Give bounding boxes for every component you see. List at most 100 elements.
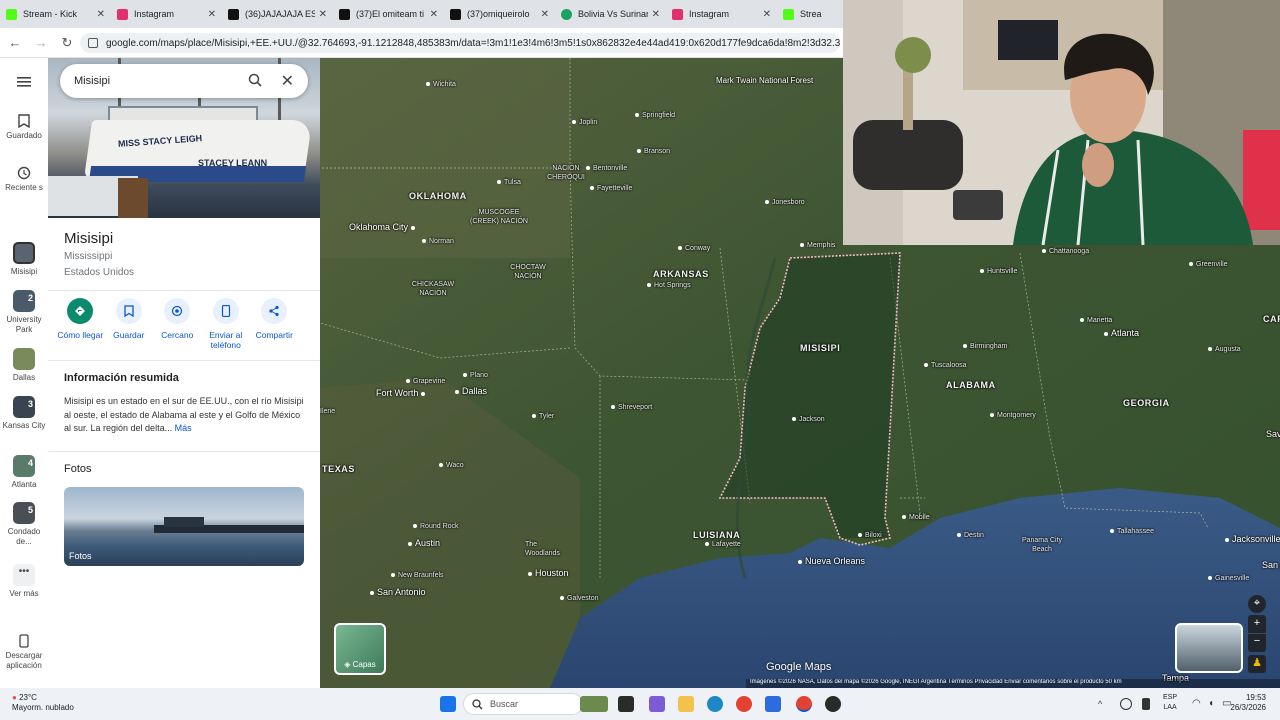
zoom-out-button[interactable]: − [1248,634,1266,652]
search-icon[interactable] [248,73,262,87]
copilot-icon[interactable] [649,696,665,712]
map-label-state: TEXAS [322,464,356,474]
city-dot [572,120,576,125]
zoom-in-button[interactable]: + [1248,615,1266,633]
rail-item-recent[interactable]: Reciente s [0,166,48,193]
map-label-city: San A [1262,560,1280,570]
close-icon[interactable]: ✕ [652,9,660,20]
close-icon[interactable]: ✕ [541,9,549,20]
close-icon[interactable]: ✕ [97,9,105,20]
city-dot [422,239,426,244]
chrome-icon[interactable] [736,696,752,712]
close-icon[interactable]: ✕ [208,9,216,20]
map-label-city: Austin [408,538,440,548]
file-explorer-icon[interactable] [678,696,694,712]
edge-icon[interactable] [707,696,723,712]
send-to-phone-button[interactable]: Enviar al teléfono [202,298,251,350]
widgets-icon[interactable] [580,696,608,712]
chevron-up-icon[interactable]: ^ [1098,699,1108,709]
map-label-city: Atlanta [1104,328,1139,338]
tiktok-icon [228,8,239,20]
rail-item-saved[interactable]: Guardado [0,114,48,141]
city-dot [792,417,796,422]
rail-item-recent-place[interactable]: 4 Atlanta [0,455,48,490]
browser-tab[interactable]: Instagram ✕ [666,0,777,28]
map-label-city: Mobile [902,514,930,521]
address-bar[interactable]: google.com/maps/place/Misisipi,+EE.+UU./… [80,33,840,53]
more-link[interactable]: Más [175,423,192,433]
directions-button[interactable]: Cómo llegar [56,298,105,350]
my-location-button[interactable]: ⌖ [1248,595,1266,613]
reload-icon[interactable]: ↻ [56,35,78,51]
map-label-city: Montgomery [990,412,1036,419]
back-icon[interactable]: ← [4,35,26,50]
menu-button[interactable] [0,76,48,91]
map-label-state: LUISIANA [693,530,741,540]
task-view-icon[interactable] [618,696,634,712]
instagram-icon [117,8,128,20]
map-label-forest: Mark Twain National Forest [716,76,814,85]
close-icon[interactable]: ✕ [319,9,327,20]
map-label-state: CAR [1263,314,1280,324]
windows-start-icon[interactable] [440,696,456,712]
browser-tab[interactable]: Stream - Kick ✕ [0,0,111,28]
language-indicator[interactable]: ESP LAA [1163,693,1177,713]
app-icon[interactable] [825,696,841,712]
pegman-button[interactable]: ♟ [1248,655,1266,673]
rail-item-recent-place[interactable]: Misisipi [0,242,48,277]
chrome-icon[interactable] [796,696,812,712]
clock[interactable]: 19:53 26/3/2026 [1230,693,1266,713]
city-dot [1080,318,1084,323]
kick-icon [6,8,17,20]
rail-item-recent-place[interactable]: 3 Kansas City [0,396,48,431]
city-dot [532,414,536,419]
taskbar-search[interactable]: Buscar [463,693,583,715]
city-dot [1104,331,1108,336]
close-icon[interactable]: ✕ [430,9,438,20]
city-dot [410,225,415,230]
microphone-icon[interactable] [1142,698,1150,710]
city-dot [1208,347,1212,352]
save-button[interactable]: Guardar [105,298,154,350]
rail-item-recent-place[interactable]: 2 University Park [0,290,48,335]
city-dot [765,200,769,205]
close-icon[interactable]: ✕ [281,71,294,91]
site-info-icon[interactable] [88,38,98,48]
nearby-button[interactable]: Cercano [153,298,202,350]
rail-item-more[interactable]: ••• Ver más [0,564,48,599]
weather-widget[interactable]: ● 23°C Mayorm. nublado [12,693,74,713]
city-dot [924,363,928,368]
wifi-icon[interactable]: ◠ [1192,698,1206,710]
layers-button[interactable]: ◈ Capas [334,623,386,675]
browser-tab[interactable]: Strea [777,0,843,28]
street-view-preview[interactable] [1175,623,1243,673]
rail-item-download-app[interactable]: Descargar aplicación [0,634,48,671]
nearby-icon [164,298,191,324]
share-button[interactable]: Compartir [250,298,299,350]
network-off-icon[interactable] [1120,698,1132,710]
photos-thumbnail[interactable]: Fotos [64,487,304,566]
browser-tab[interactable]: (36)JAJAJAJA ES ✕ [222,0,333,28]
city-dot [637,149,641,154]
forward-icon[interactable]: → [30,35,52,50]
search-input[interactable]: Misisipi ✕ [60,64,308,98]
city-dot [1110,529,1114,534]
action-bar: Cómo llegar Guardar Cercano Enviar al te… [56,298,312,350]
volume-icon[interactable]: ◖ [1208,698,1220,710]
minus-icon: − [1253,635,1261,647]
map-label-city: Springfield [635,112,675,119]
map-label-city: Nueva Orleans [798,556,865,566]
place-thumbnail [13,242,35,264]
browser-tab[interactable]: Instagram ✕ [111,0,222,28]
browser-tab[interactable]: Bolivia Vs Surinam ✕ [555,0,666,28]
rail-item-recent-place[interactable]: 5 Condado de... [0,502,48,547]
close-icon[interactable]: ✕ [763,9,771,20]
rail-item-recent-place[interactable]: Dallas [0,348,48,383]
city-dot [957,533,961,538]
city-dot [1208,576,1212,581]
map-label-city: Tallahassee [1110,528,1154,535]
browser-tab[interactable]: (37)omiqueirolo ✕ [444,0,555,28]
store-icon[interactable] [765,696,781,712]
browser-tab[interactable]: (37)El omiteam ti ✕ [333,0,444,28]
map-label-city: Norman [422,238,454,245]
